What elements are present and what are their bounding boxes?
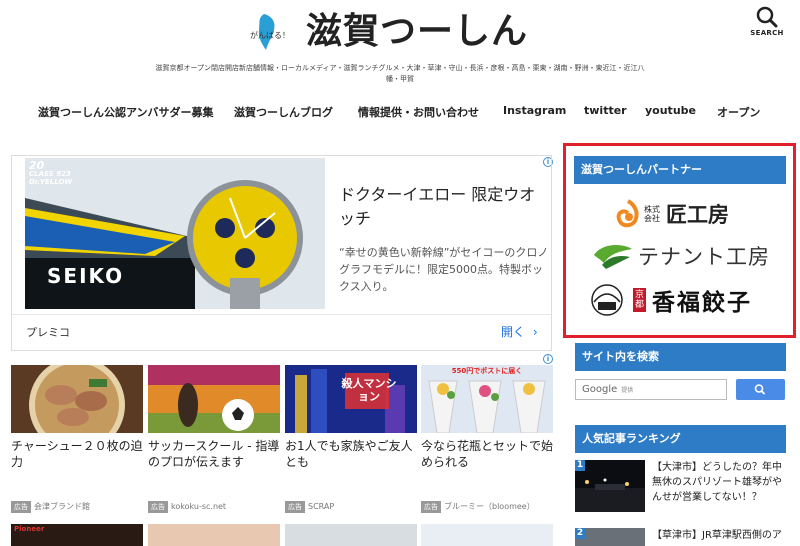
article-meta: 広告 kokoku-sc.net — [148, 501, 226, 513]
article-thumbnail[interactable] — [285, 524, 417, 546]
article-meta: 広告 会津ブランド館 — [11, 501, 90, 513]
ad-badge: 広告 — [421, 501, 441, 513]
ranking-number: 1 — [575, 460, 585, 471]
display-ad[interactable]: 20 CLASS 923 Dr.YELLOW SEIKO ドクターイエロー 限定… — [11, 155, 552, 351]
article-title[interactable]: チャーシュー２０枚の迫力 — [11, 438, 143, 470]
partner-logo-tenant[interactable]: テナント工房 — [592, 241, 770, 271]
ad-divider — [12, 314, 551, 315]
search-heading: サイト内を検索 — [575, 343, 786, 371]
article-card[interactable]: 殺人マンション お1人でも家族やご友人とも 広告 SCRAP — [285, 365, 417, 513]
ad-headline[interactable]: ドクターイエロー 限定ウオッチ — [339, 183, 539, 231]
nav-twitter[interactable]: twitter — [584, 104, 627, 117]
partner-prefix: 京都 — [633, 288, 646, 312]
nav-open[interactable]: オープン — [717, 104, 760, 120]
ranking-thumbnail[interactable]: 2 — [575, 528, 645, 546]
ad-badge: 広告 — [285, 501, 305, 513]
search-powered-by: 提供 — [621, 387, 634, 394]
partner-logo-koufuku[interactable]: 京都 香福餃子 — [586, 283, 752, 317]
article-thumbnail[interactable]: Pioneer — [11, 524, 143, 546]
nav-instagram[interactable]: Instagram — [503, 104, 566, 117]
article-title[interactable]: サッカースクール - 指導のプロが伝えます — [148, 438, 280, 470]
article-source: SCRAP — [308, 502, 335, 511]
ad-badge: 広告 — [148, 501, 168, 513]
article-thumbnail[interactable] — [148, 524, 280, 546]
shiga-map-icon: がんばる！ — [250, 12, 296, 52]
site-tagline: 滋賀京都オープン閉店開店新店舗情報・ローカルメディア・滋賀ランチグルメ・大津・草… — [155, 64, 645, 83]
site-search-button[interactable] — [736, 379, 785, 400]
ad-sponsor[interactable]: プレミコ — [26, 324, 70, 340]
search-label: SEARCH — [750, 29, 784, 37]
takumi-logo-icon — [616, 199, 639, 228]
ad-badge: 広告 — [11, 501, 31, 513]
article-thumbnail[interactable] — [148, 365, 280, 433]
search-icon — [754, 384, 765, 395]
partner-name: 匠工房 — [666, 203, 729, 227]
ad-image-model: Dr.YELLOW — [29, 178, 73, 186]
ranking-thumbnail[interactable]: 1 — [575, 460, 645, 512]
nav-contact[interactable]: 情報提供・お問い合わせ — [358, 104, 479, 120]
ad-image-class: CLASS 923 — [29, 170, 71, 178]
article-meta: 広告 SCRAP — [285, 501, 334, 513]
article-card[interactable]: サッカースクール - 指導のプロが伝えます 広告 kokoku-sc.net — [148, 365, 280, 513]
article-card[interactable]: 550円でポストに届く 今なら花瓶とセットで始められる 広告 ブルーミー（bloo… — [421, 365, 553, 513]
koufuku-logo-icon — [591, 284, 623, 316]
article-source: 会津ブランド館 — [34, 502, 90, 511]
ranking-title[interactable]: 【草津市】JR草津駅西側のア — [652, 528, 786, 543]
nav-youtube[interactable]: youtube — [645, 104, 696, 117]
main-nav: 滋賀つーしん公認アンバサダー募集 滋賀つーしんブログ 情報提供・お問い合わせ I… — [0, 98, 800, 126]
article-thumbnail[interactable] — [11, 365, 143, 433]
article-meta: 広告 ブルーミー（bloomee） — [421, 501, 535, 513]
article-thumbnail[interactable] — [421, 524, 553, 546]
site-logo[interactable]: がんばる！ 滋賀つーしん — [250, 8, 528, 56]
logo-tagline: がんばる！ — [250, 31, 290, 40]
ranking-number: 2 — [575, 528, 585, 539]
partner-name: 香福餃子 — [652, 290, 752, 316]
ranking-heading: 人気記事ランキング — [575, 425, 786, 453]
article-source: ブルーミー（bloomee） — [444, 502, 535, 511]
grid-adchoices-icon[interactable]: i — [543, 354, 553, 364]
article-thumbnail[interactable]: 殺人マンション — [285, 365, 417, 433]
search-placeholder: Google — [582, 384, 618, 395]
seiko-logo: SEIKO — [47, 264, 125, 288]
ranking-title[interactable]: 【大津市】どうしたの？年中無休のスパリゾート雄琴がやんせが営業してない！？ — [652, 460, 788, 505]
article-card[interactable]: チャーシュー２０枚の迫力 広告 会津ブランド館 — [11, 365, 143, 513]
header-search-button[interactable]: SEARCH — [748, 6, 786, 37]
nav-ambassador[interactable]: 滋賀つーしん公認アンバサダー募集 — [38, 104, 214, 120]
ranking-item[interactable]: 1 【大津市】どうしたの？年中無休のスパリゾート雄琴がやんせが営業してない！？ — [575, 460, 786, 514]
ad-image[interactable]: 20 CLASS 923 Dr.YELLOW SEIKO — [25, 158, 325, 309]
article-title[interactable]: お1人でも家族やご友人とも — [285, 438, 417, 470]
article-thumbnail[interactable]: 550円でポストに届く — [421, 365, 553, 433]
article-thumb-text: 550円でポストに届く — [451, 367, 523, 375]
ad-description: “幸せの黄色い新幹線”がセイコーのクロノグラフモデルに！限定5000点。特製ボッ… — [339, 246, 549, 293]
partner-prefix: 株式会社 — [644, 205, 660, 223]
partner-heading: 滋賀つーしんパートナー — [574, 156, 786, 184]
nav-blog[interactable]: 滋賀つーしんブログ — [234, 104, 333, 120]
search-icon — [756, 6, 778, 28]
article-title[interactable]: 今なら花瓶とセットで始められる — [421, 438, 553, 470]
ranking-item[interactable]: 2 【草津市】JR草津駅西側のア — [575, 528, 786, 546]
ad-open-button[interactable]: 開く › — [501, 323, 538, 340]
site-search-input[interactable]: Google 提供 — [575, 379, 727, 400]
article-thumb-text: 殺人マンション — [341, 377, 397, 403]
article-source: kokoku-sc.net — [171, 502, 227, 511]
partner-logo-takumi[interactable]: 株式会社 匠工房 — [615, 199, 729, 229]
logo-text: 滋賀つーしん — [306, 11, 529, 52]
partner-name: テナント工房 — [638, 245, 770, 269]
chevron-right-icon: › — [532, 325, 538, 339]
tenant-logo-icon — [594, 245, 632, 269]
ad-open-label: 開く — [501, 325, 526, 339]
